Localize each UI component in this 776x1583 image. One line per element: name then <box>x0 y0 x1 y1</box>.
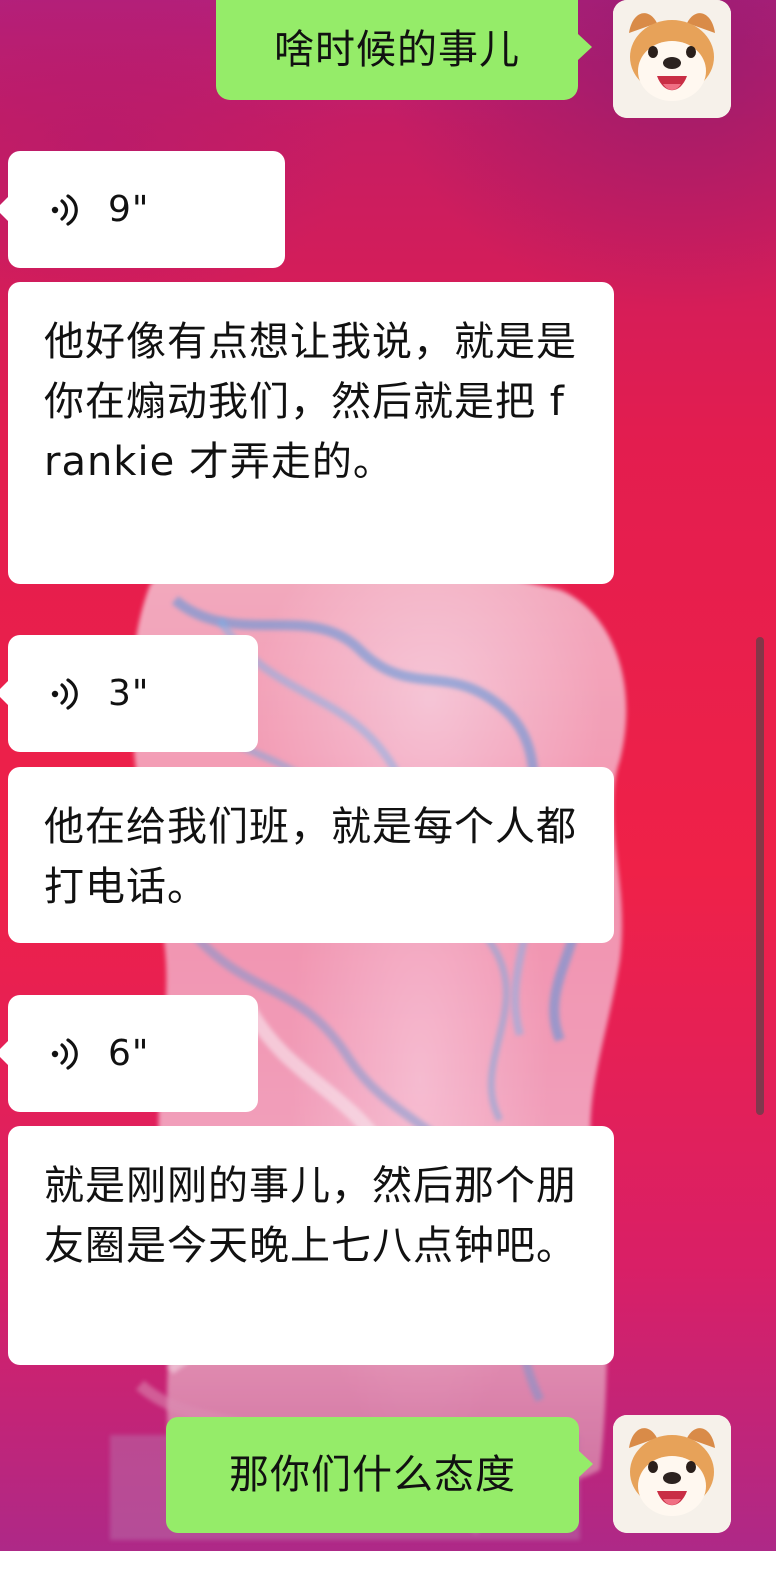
chat-scrollbar[interactable] <box>756 637 764 1115</box>
transcript-text: 就是刚刚的事儿，然后那个朋友圈是今天晚上七八点钟吧。 <box>44 1163 577 1269</box>
shiba-inu-avatar-icon[interactable] <box>613 1415 731 1533</box>
voice-transcript-bubble[interactable]: 就是刚刚的事儿，然后那个朋友圈是今天晚上七八点钟吧。 <box>8 1126 614 1365</box>
voice-wave-icon <box>51 1037 78 1070</box>
chat-screen: 啥时候的事儿 9" 他好像有点想让我说，就是是你在煽动我们，然后就是把 fran… <box>0 0 776 1583</box>
voice-duration-text: 6" <box>108 1032 150 1074</box>
voice-transcript-bubble[interactable]: 他在给我们班，就是每个人都打电话。 <box>8 767 614 943</box>
outgoing-text-bubble[interactable]: 啥时候的事儿 <box>216 0 592 100</box>
voice-duration-text: 3" <box>108 672 150 714</box>
message-text: 啥时候的事儿 <box>274 27 520 73</box>
voice-message-bubble[interactable]: 9" <box>0 151 285 268</box>
voice-duration-text: 9" <box>108 188 150 230</box>
transcript-text: 他好像有点想让我说，就是是你在煽动我们，然后就是把 frankie 才弄走的。 <box>44 319 577 485</box>
bottom-input-strip <box>0 1551 776 1583</box>
voice-transcript-bubble[interactable]: 他好像有点想让我说，就是是你在煽动我们，然后就是把 frankie 才弄走的。 <box>8 282 614 584</box>
shiba-inu-avatar-icon[interactable] <box>613 0 731 118</box>
voice-message-bubble[interactable]: 3" <box>0 635 258 752</box>
voice-wave-icon <box>51 677 78 710</box>
voice-wave-icon <box>51 193 78 226</box>
voice-message-bubble[interactable]: 6" <box>0 995 258 1112</box>
transcript-text: 他在给我们班，就是每个人都打电话。 <box>44 804 577 910</box>
outgoing-text-bubble[interactable]: 那你们什么态度 <box>166 1417 593 1533</box>
message-text: 那你们什么态度 <box>229 1452 516 1498</box>
